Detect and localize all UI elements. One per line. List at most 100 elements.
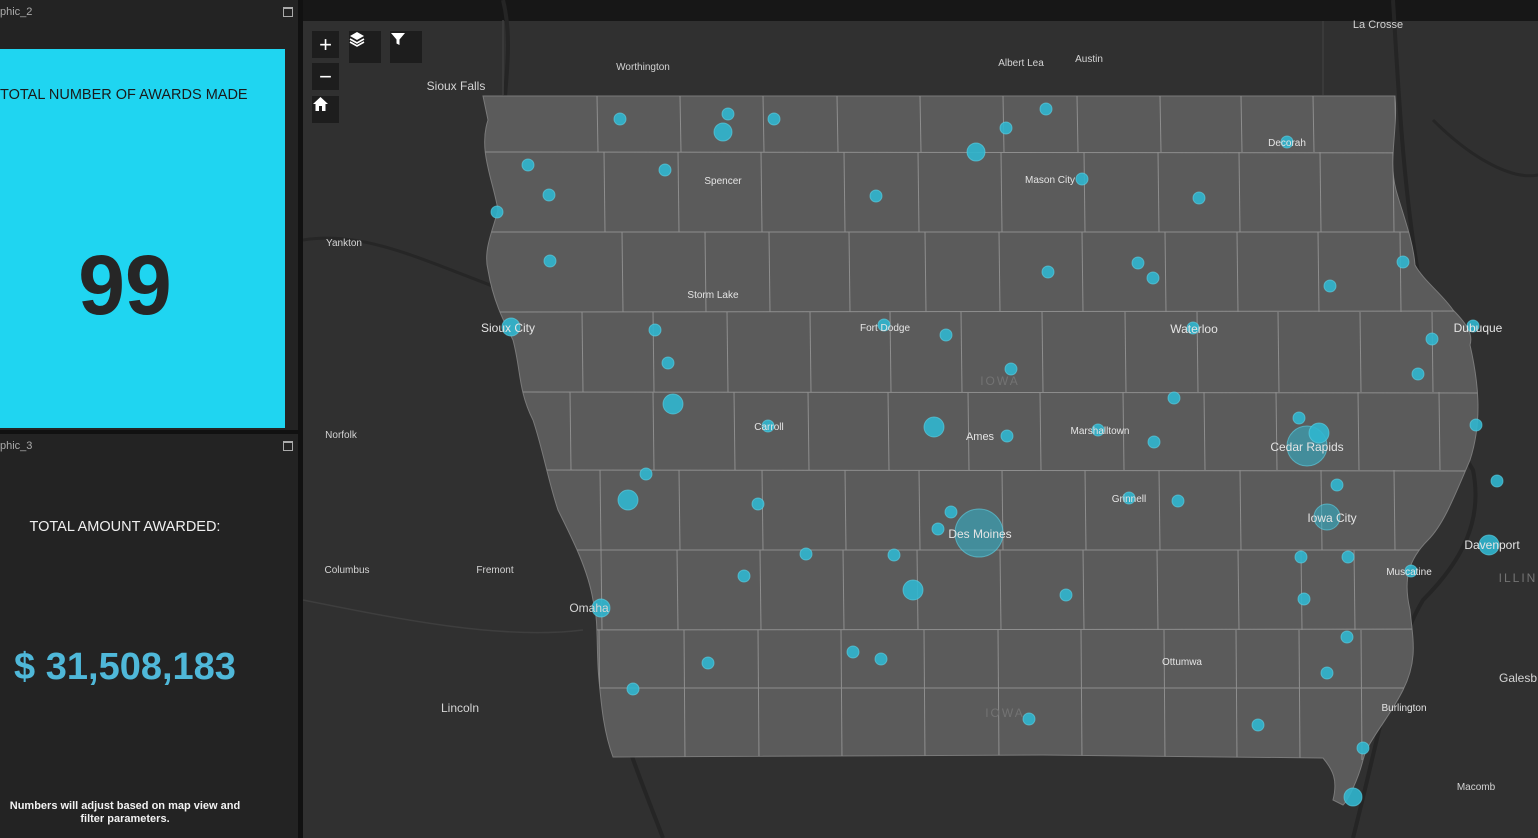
city-label: La Crosse (1353, 19, 1403, 31)
layers-button[interactable] (349, 31, 381, 63)
map-canvas[interactable]: La Crosse Worthington Albert Lea Austin Siou… (303, 0, 1538, 838)
state-label: IOWA (980, 374, 1020, 388)
award-point[interactable] (713, 122, 733, 142)
award-point[interactable] (613, 112, 627, 126)
award-point[interactable] (1131, 256, 1145, 270)
city-label: Mason City (1025, 175, 1075, 186)
award-point[interactable] (1330, 478, 1344, 492)
city-label: Cedar Rapids (1270, 440, 1343, 454)
award-point[interactable] (701, 656, 715, 670)
award-point[interactable] (1075, 172, 1089, 186)
city-label: Ottumwa (1162, 657, 1202, 668)
award-point[interactable] (490, 205, 504, 219)
map-view[interactable]: La Crosse Worthington Albert Lea Austin Siou… (303, 0, 1538, 838)
award-point[interactable] (999, 121, 1013, 135)
state-label: ILLIN (1499, 571, 1538, 585)
state-label: IOWA (985, 706, 1025, 720)
award-point[interactable] (1167, 391, 1181, 405)
award-point[interactable] (521, 158, 535, 172)
award-point[interactable] (1425, 332, 1439, 346)
panel-title: phic_2 (0, 6, 33, 18)
award-point[interactable] (1171, 494, 1185, 508)
award-point[interactable] (931, 522, 945, 536)
award-point[interactable] (1323, 279, 1337, 293)
award-point[interactable] (1297, 592, 1311, 606)
home-button[interactable] (312, 96, 339, 123)
award-point[interactable] (1022, 712, 1036, 726)
amount-note: Numbers will adjust based on map view an… (9, 800, 241, 825)
award-point[interactable] (639, 467, 653, 481)
filter-icon (391, 33, 405, 45)
award-point[interactable] (944, 505, 958, 519)
award-point[interactable] (767, 112, 781, 126)
award-point[interactable] (1356, 741, 1370, 755)
award-point[interactable] (626, 682, 640, 696)
maximize-icon[interactable] (283, 7, 293, 17)
award-point[interactable] (1251, 718, 1265, 732)
city-label: Waterloo (1170, 322, 1218, 336)
award-point[interactable] (751, 497, 765, 511)
award-point[interactable] (1041, 265, 1055, 279)
city-label: Sioux City (481, 321, 535, 335)
panel-title: phic_3 (0, 440, 33, 452)
award-point[interactable] (874, 652, 888, 666)
award-point[interactable] (543, 254, 557, 268)
award-point[interactable] (939, 328, 953, 342)
award-point[interactable] (1000, 429, 1014, 443)
award-point[interactable] (737, 569, 751, 583)
award-point[interactable] (799, 547, 813, 561)
city-label: Columbus (324, 565, 369, 576)
award-point[interactable] (1192, 191, 1206, 205)
award-point[interactable] (1292, 411, 1306, 425)
award-point[interactable] (658, 163, 672, 177)
award-point[interactable] (966, 142, 986, 162)
city-label: Dubuque (1454, 321, 1503, 335)
award-point[interactable] (1320, 666, 1334, 680)
award-point[interactable] (869, 189, 883, 203)
award-point[interactable] (1469, 418, 1483, 432)
city-label: Carroll (754, 422, 783, 433)
award-point[interactable] (1146, 271, 1160, 285)
award-point[interactable] (846, 645, 860, 659)
city-label: Davenport (1464, 538, 1520, 552)
award-point[interactable] (923, 416, 945, 438)
layers-icon (349, 32, 365, 47)
city-label: Des Moines (948, 527, 1011, 541)
city-label: Norfolk (325, 430, 358, 441)
award-point[interactable] (542, 188, 556, 202)
city-label: Fremont (476, 565, 513, 576)
award-point[interactable] (721, 107, 735, 121)
amount-label: TOTAL AMOUNT AWARDED: (29, 519, 221, 535)
award-point[interactable] (1411, 367, 1425, 381)
award-point[interactable] (887, 548, 901, 562)
award-point[interactable] (1059, 588, 1073, 602)
awards-count-panel: phic_2 TOTAL NUMBER OF AWARDS MADE 99 (0, 0, 298, 430)
home-icon (313, 97, 328, 111)
award-point[interactable] (1039, 102, 1053, 116)
award-point[interactable] (1490, 474, 1504, 488)
award-point[interactable] (662, 393, 684, 415)
zoom-in-label: + (319, 31, 332, 57)
award-point[interactable] (1341, 550, 1355, 564)
city-label: Lincoln (441, 701, 479, 715)
award-point[interactable] (1294, 550, 1308, 564)
city-label: Decorah (1268, 138, 1306, 149)
award-point[interactable] (902, 579, 924, 601)
city-label: Burlington (1381, 703, 1426, 714)
award-point[interactable] (661, 356, 675, 370)
zoom-in-button[interactable]: + (312, 31, 339, 58)
zoom-out-label: − (319, 63, 332, 89)
awards-value: 99 (78, 238, 172, 332)
award-point[interactable] (1343, 787, 1363, 807)
award-point[interactable] (648, 323, 662, 337)
maximize-icon[interactable] (283, 441, 293, 451)
filter-button[interactable] (390, 31, 422, 63)
city-label: Storm Lake (687, 290, 739, 301)
city-label: Galesb (1499, 671, 1537, 685)
city-label: Worthington (616, 62, 670, 73)
zoom-out-button[interactable]: − (312, 63, 339, 90)
award-point[interactable] (1340, 630, 1354, 644)
award-point[interactable] (1147, 435, 1161, 449)
award-point[interactable] (617, 489, 639, 511)
award-point[interactable] (1396, 255, 1410, 269)
